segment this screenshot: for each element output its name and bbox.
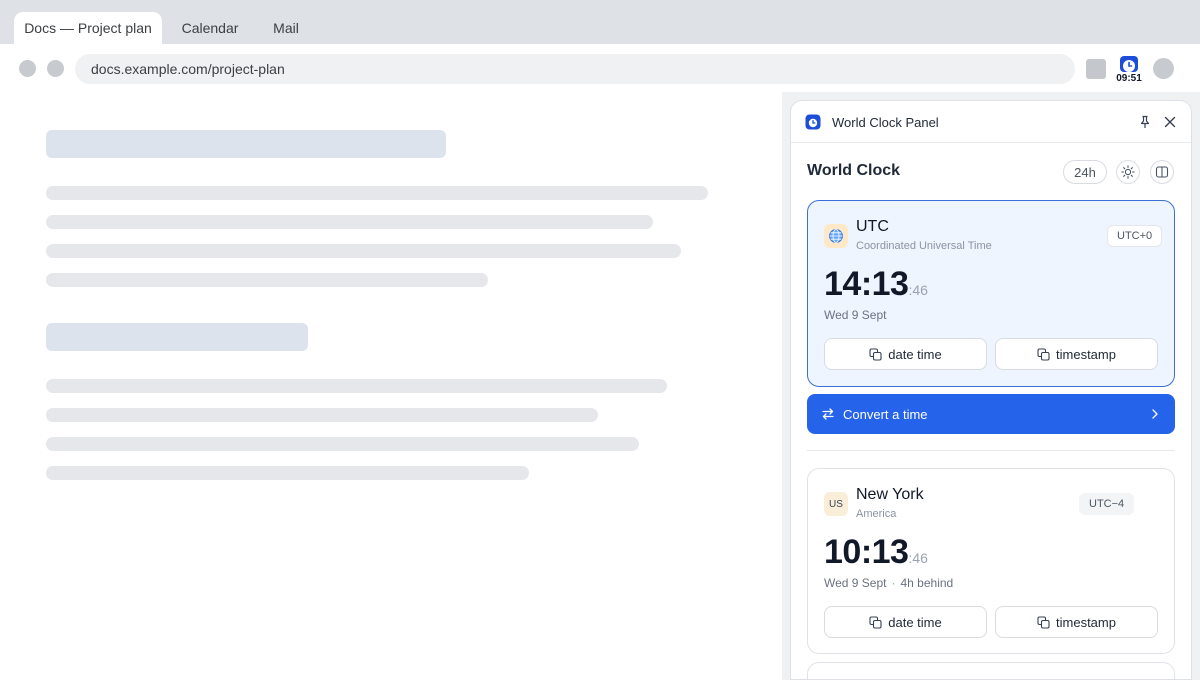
current-time: 14:13:46 — [824, 265, 928, 304]
zone-name: UTC — [856, 218, 889, 235]
forward-button[interactable] — [47, 60, 64, 77]
utc-offset-badge: UTC−4 — [1079, 493, 1135, 515]
time-seconds: :46 — [908, 550, 928, 566]
tab-calendar[interactable]: Calendar — [172, 12, 248, 44]
close-icon[interactable] — [1162, 114, 1178, 130]
copy-icon — [1037, 615, 1050, 629]
swap-arrows-icon — [822, 408, 834, 420]
copy-timestamp-button[interactable]: timestamp — [995, 606, 1158, 638]
world-clock-panel: World Clock Panel World Clock 24h UTC Co… — [790, 100, 1192, 680]
copy-timestamp-label: timestamp — [1056, 346, 1116, 362]
utc-offset-badge: UTC+0 — [1107, 225, 1163, 247]
skeleton-heading — [46, 130, 446, 158]
zone-name: New York — [856, 486, 924, 503]
time-seconds: :46 — [908, 282, 928, 298]
skeleton-line — [46, 379, 667, 393]
section-title: World Clock — [807, 162, 901, 179]
pin-icon[interactable] — [1137, 114, 1153, 130]
date-line: Wed 9 Sept · 4h behind — [824, 576, 953, 590]
skeleton-line — [46, 244, 681, 258]
skeleton-line — [46, 186, 708, 200]
globe-icon — [824, 224, 848, 248]
convert-time-label: Convert a time — [843, 407, 928, 422]
copy-datetime-label: date time — [888, 346, 942, 362]
clock-card-utc: UTC Coordinated Universal Time UTC+0 14:… — [807, 200, 1175, 387]
date-text: Wed 9 Sept — [824, 576, 887, 590]
time-hours-minutes: 14:13 — [824, 265, 909, 303]
tab-docs[interactable]: Docs — Project plan — [14, 12, 162, 44]
hour-format-toggle[interactable]: 24h — [1063, 160, 1107, 184]
tab-label: Mail — [273, 20, 299, 36]
us-flag-icon: US — [824, 492, 848, 516]
chevron-right-icon — [1152, 409, 1158, 419]
convert-time-button[interactable]: Convert a time — [807, 394, 1175, 434]
copy-timestamp-button[interactable]: timestamp — [995, 338, 1158, 370]
date-line: Wed 9 Sept — [824, 308, 886, 322]
relative-offset-text: 4h behind — [900, 576, 954, 590]
copy-datetime-button[interactable]: date time — [824, 606, 987, 638]
extension-icon[interactable] — [1086, 59, 1106, 79]
sun-icon — [1121, 165, 1135, 179]
copy-timestamp-label: timestamp — [1056, 614, 1116, 630]
panel-title: World Clock Panel — [832, 115, 939, 130]
tab-mail[interactable]: Mail — [258, 12, 314, 44]
tab-label: Calendar — [181, 20, 239, 36]
divider — [807, 450, 1175, 451]
browser-toolbar: docs.example.com/project-plan 09:51 — [14, 44, 1186, 92]
world-clock-extension-button[interactable]: 09:51 — [1115, 56, 1143, 86]
skeleton-line — [46, 466, 529, 480]
time-hours-minutes: 10:13 — [824, 533, 909, 571]
zone-subtitle: America — [856, 508, 897, 520]
skeleton-line — [46, 215, 653, 229]
flag-code: US — [829, 498, 843, 510]
current-time: 10:13:46 — [824, 533, 928, 572]
skeleton-line — [46, 408, 598, 422]
clock-card-new-york: US New York America UTC−4 10:13:46 Wed 9… — [807, 468, 1175, 654]
world-clock-logo-icon — [805, 114, 821, 130]
zone-subtitle: Coordinated Universal Time — [856, 240, 992, 252]
skeleton-heading — [46, 323, 308, 351]
copy-datetime-label: date time — [888, 614, 942, 630]
copy-datetime-button[interactable]: date time — [824, 338, 987, 370]
address-bar[interactable]: docs.example.com/project-plan — [75, 54, 1075, 84]
tab-strip: Docs — Project plan Calendar Mail — [0, 0, 1200, 44]
tab-label: Docs — Project plan — [24, 20, 152, 36]
back-button[interactable] — [19, 60, 36, 77]
date-text: Wed 9 Sept — [824, 308, 887, 322]
clock-extension-icon — [1120, 56, 1138, 72]
panel-header: World Clock Panel — [791, 101, 1191, 143]
layout-toggle-button[interactable] — [1150, 160, 1174, 184]
copy-icon — [1037, 347, 1050, 361]
copy-icon — [869, 615, 882, 629]
clock-card-next — [807, 662, 1175, 679]
profile-avatar[interactable] — [1153, 58, 1174, 79]
skeleton-line — [46, 437, 639, 451]
clock-badge-time: 09:51 — [1116, 73, 1142, 84]
separator-dot: · — [891, 576, 896, 590]
theme-toggle-button[interactable] — [1116, 160, 1140, 184]
split-view-icon — [1155, 166, 1169, 178]
copy-icon — [869, 347, 882, 361]
url-text: docs.example.com/project-plan — [91, 61, 285, 77]
skeleton-line — [46, 273, 488, 287]
